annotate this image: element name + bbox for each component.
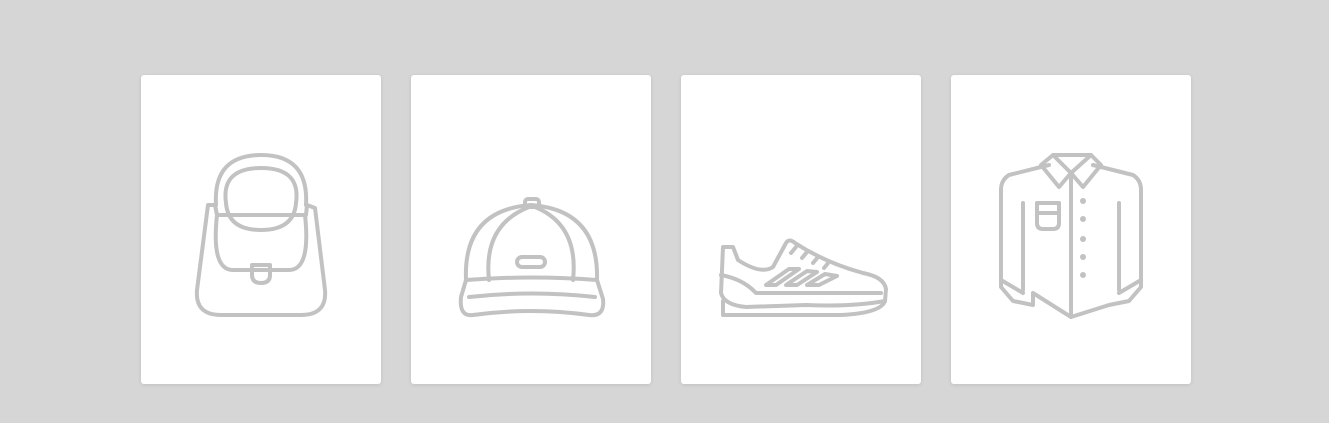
- handbag-icon: [194, 153, 328, 317]
- category-card-sneaker[interactable]: [681, 75, 921, 384]
- shirt-icon: [999, 153, 1143, 319]
- category-card-handbag[interactable]: [141, 75, 381, 384]
- cap-icon: [458, 197, 606, 318]
- category-card-shirt[interactable]: [951, 75, 1191, 384]
- category-card-cap[interactable]: [411, 75, 651, 384]
- sneaker-icon: [719, 238, 888, 317]
